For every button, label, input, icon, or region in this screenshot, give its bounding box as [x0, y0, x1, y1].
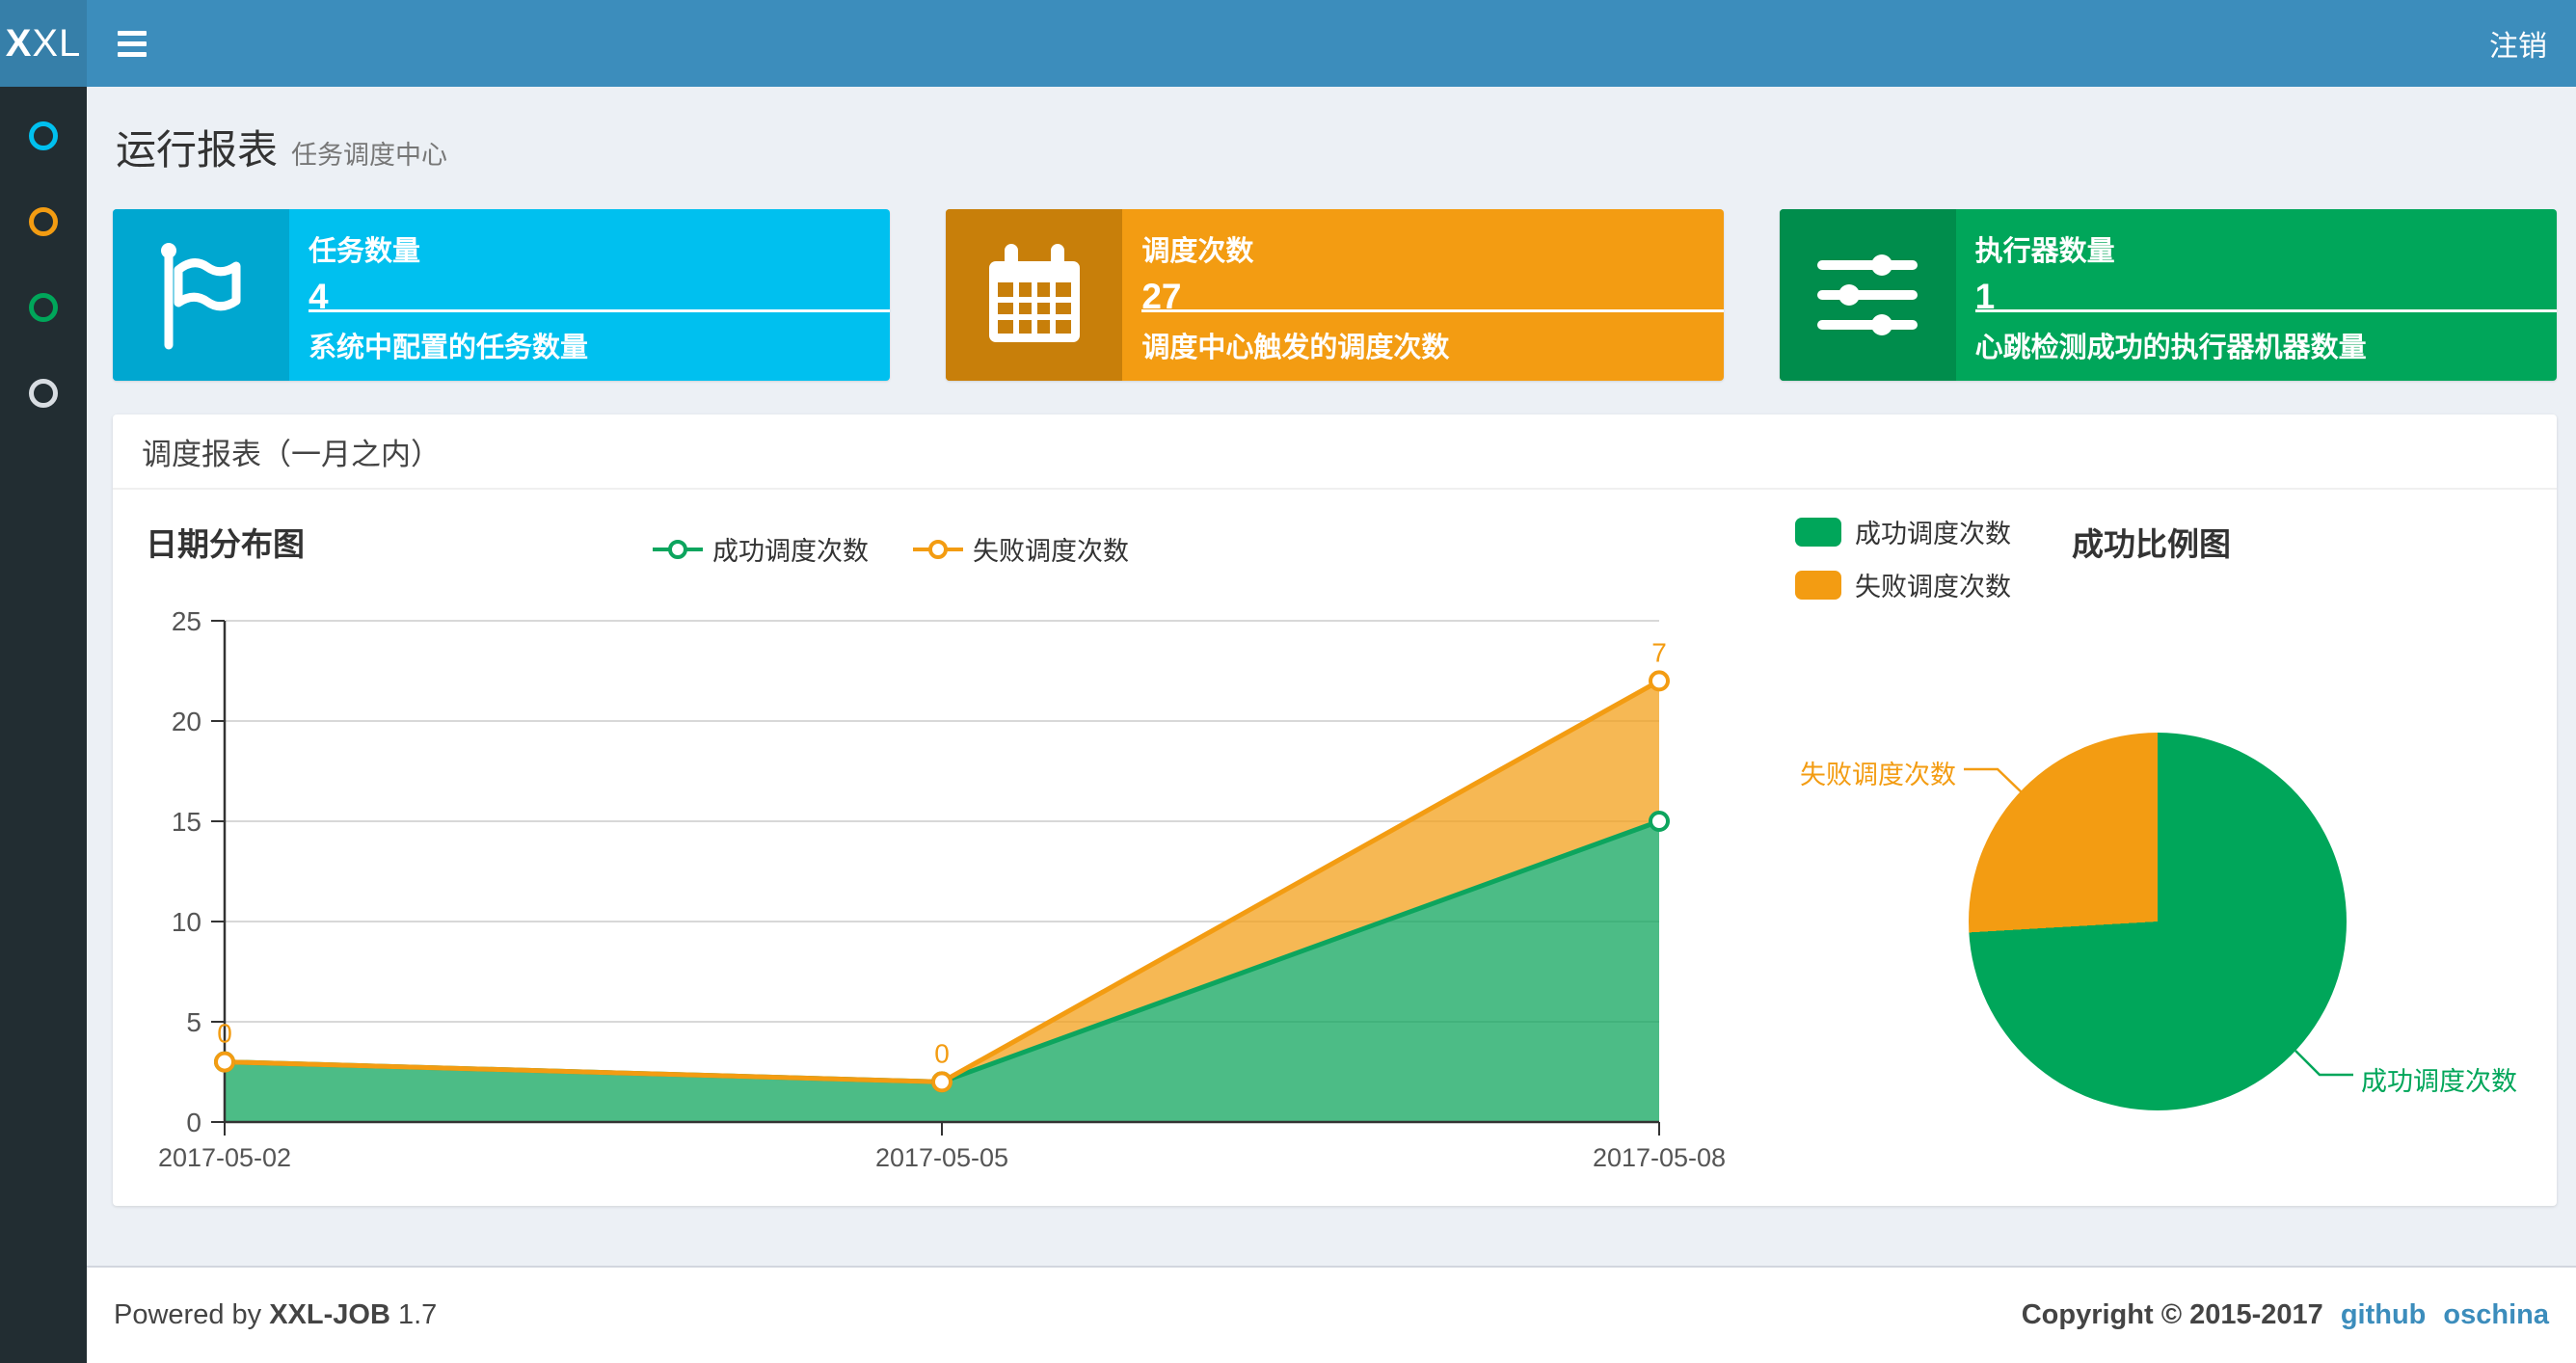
svg-text:2017-05-02: 2017-05-02 — [158, 1143, 291, 1172]
legend-item-success[interactable]: 成功调度次数 — [1795, 513, 2011, 550]
panel-title: 调度报表（一月之内） — [142, 437, 441, 471]
divider — [1141, 309, 1724, 312]
logo-bold: X — [5, 21, 33, 65]
line-marker-icon — [653, 539, 703, 559]
sidebar-item-joblog-circle-icon[interactable] — [29, 207, 58, 236]
sidebar — [0, 87, 87, 1363]
flag-icon — [113, 209, 289, 381]
schedule-report-panel: 调度报表（一月之内） 日期分布图 成功调度次数 失败调度次数 0 5 10 15 20 2… — [113, 414, 2557, 1206]
svg-text:7: 7 — [1651, 637, 1667, 667]
info-box-row: 任务数量 4 系统中配置的任务数量 调度次数 27 调度中心触发的调度次数 执行… — [113, 209, 2557, 381]
info-box-label: 任务数量 — [309, 236, 421, 267]
legend-item-fail[interactable]: 失败调度次数 — [1795, 566, 2011, 603]
panel-header: 调度报表（一月之内） — [113, 414, 2557, 490]
svg-text:20: 20 — [172, 707, 201, 736]
legend-item-success[interactable]: 成功调度次数 — [653, 530, 869, 568]
top-navbar: X XL 注销 — [0, 0, 2576, 87]
github-link[interactable]: github — [2341, 1299, 2427, 1331]
calendar-icon — [946, 209, 1123, 381]
main-footer: Powered by XXL-JOB 1.7 Copyright © 2015-… — [87, 1266, 2576, 1363]
pie-chart-legend: 成功调度次数 失败调度次数 — [1795, 513, 2011, 603]
brand-version: 1.7 — [397, 1299, 438, 1330]
success-ratio-pie[interactable] — [1969, 733, 2347, 1110]
legend-item-fail[interactable]: 失败调度次数 — [913, 530, 1129, 568]
content-area: 运行报表 任务调度中心 任务数量 4 系统中配置的任务数量 调度次数 27 调度… — [87, 87, 2576, 1266]
swatch-icon — [1795, 570, 1841, 600]
svg-text:0: 0 — [934, 1038, 950, 1068]
info-box-trigger-count: 调度次数 27 调度中心触发的调度次数 — [946, 209, 1724, 381]
line-chart-legend: 成功调度次数 失败调度次数 — [653, 530, 1129, 568]
logo-rest: XL — [32, 21, 82, 65]
swatch-icon — [1795, 517, 1841, 547]
info-box-description: 调度中心触发的调度次数 — [1141, 333, 1450, 363]
svg-text:0: 0 — [217, 1019, 232, 1049]
sidebar-item-report-circle-icon[interactable] — [29, 293, 58, 322]
info-box-job-count: 任务数量 4 系统中配置的任务数量 — [113, 209, 891, 381]
page-subtitle: 任务调度中心 — [291, 141, 448, 170]
sidebar-toggle-icon[interactable] — [118, 14, 175, 72]
svg-text:2017-05-08: 2017-05-08 — [1593, 1143, 1726, 1172]
sidebar-item-help-circle-icon[interactable] — [29, 379, 58, 408]
date-distribution-chart: 05101520252017-05-02 2017-05-05 2017-05-08… — [158, 606, 1726, 1172]
powered-by: Powered by XXL-JOB 1.7 — [114, 1299, 438, 1330]
divider — [309, 309, 891, 312]
line-chart-title: 日期分布图 — [146, 526, 305, 562]
copyright-text: Copyright © 2015-2017 — [2021, 1299, 2323, 1330]
divider — [1974, 309, 2557, 312]
page-header: 运行报表 任务调度中心 — [113, 87, 2557, 209]
pie-label-success: 成功调度次数 — [2361, 1067, 2517, 1096]
pie-chart-title: 成功比例图 — [2072, 526, 2231, 562]
line-marker-icon — [913, 539, 963, 559]
svg-text:5: 5 — [186, 1007, 201, 1037]
info-box-label: 调度次数 — [1141, 236, 1254, 267]
svg-text:25: 25 — [172, 606, 201, 636]
svg-text:2017-05-05: 2017-05-05 — [875, 1143, 1008, 1172]
logout-link[interactable]: 注销 — [2489, 22, 2547, 65]
panel-body: 日期分布图 成功调度次数 失败调度次数 0 5 10 15 20 25 2017-05-02… — [113, 490, 2557, 1206]
oschina-link[interactable]: oschina — [2443, 1299, 2549, 1331]
brand-name: XXL-JOB — [269, 1299, 390, 1330]
page-title: 运行报表 — [116, 127, 279, 173]
app-logo[interactable]: X XL — [0, 0, 87, 87]
pie-label-fail: 失败调度次数 — [1800, 761, 1956, 789]
info-box-label: 执行器数量 — [1974, 236, 2115, 267]
sidebar-item-jobinfo-circle-icon[interactable] — [29, 121, 58, 150]
sliders-icon — [1779, 209, 1956, 381]
info-box-executor-count: 执行器数量 1 心跳检测成功的执行器机器数量 — [1779, 209, 2557, 381]
info-box-description: 心跳检测成功的执行器机器数量 — [1974, 333, 2367, 363]
svg-text:10: 10 — [172, 907, 201, 937]
svg-text:15: 15 — [172, 807, 201, 837]
svg-text:0: 0 — [186, 1108, 201, 1137]
info-box-description: 系统中配置的任务数量 — [309, 333, 589, 363]
